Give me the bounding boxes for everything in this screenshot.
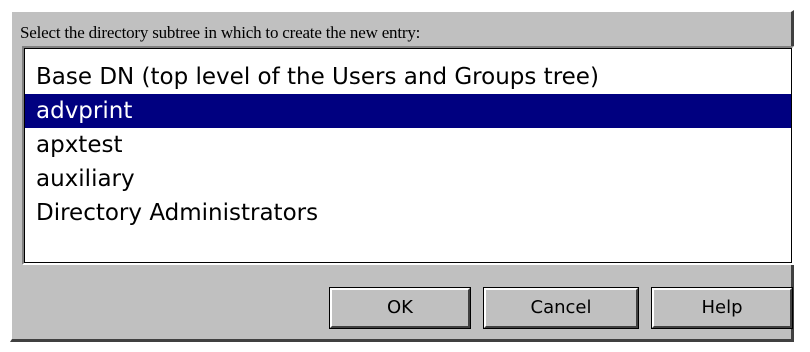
prompt-label: Select the directory subtree in which to… bbox=[20, 23, 421, 42]
subtree-listbox[interactable]: Base DN (top level of the Users and Grou… bbox=[22, 46, 794, 265]
list-item-advprint[interactable]: advprint bbox=[24, 94, 792, 128]
help-button[interactable]: Help bbox=[651, 287, 793, 329]
cancel-button[interactable]: Cancel bbox=[483, 287, 639, 329]
list-item-base-dn[interactable]: Base DN (top level of the Users and Grou… bbox=[24, 60, 792, 94]
list-item-directory-administrators[interactable]: Directory Administrators bbox=[24, 196, 792, 230]
list-item-auxiliary[interactable]: auxiliary bbox=[24, 162, 792, 196]
ok-button[interactable]: OK bbox=[329, 287, 471, 329]
list-item-apxtest[interactable]: apxtest bbox=[24, 128, 792, 162]
